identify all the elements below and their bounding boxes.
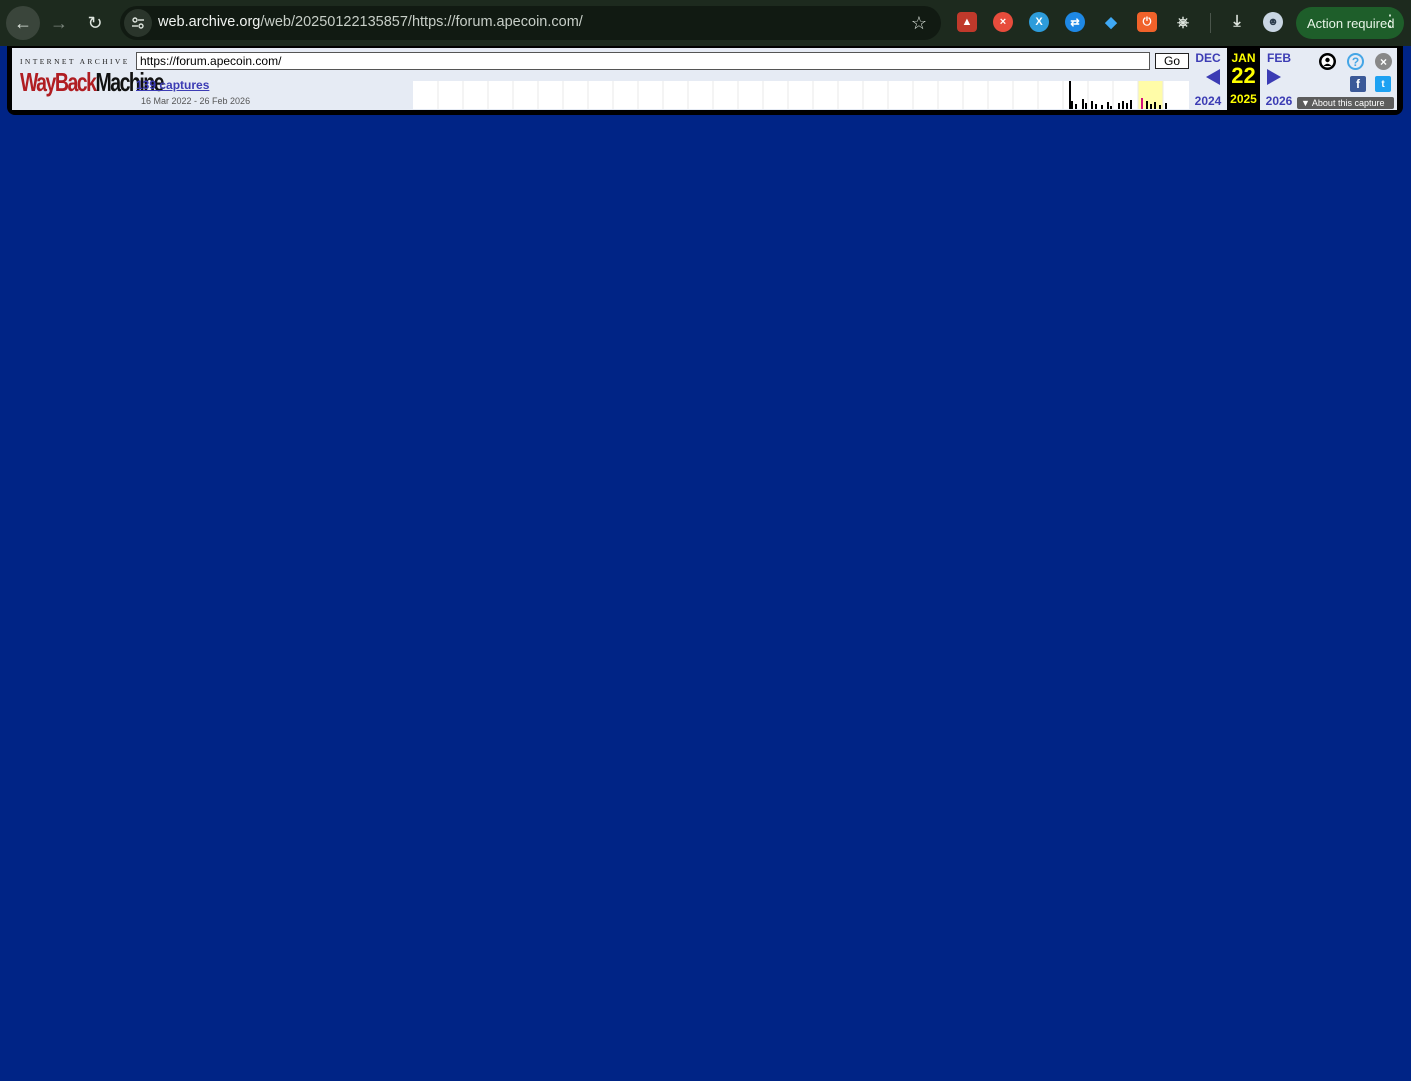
- url-host: web.archive.org: [158, 14, 261, 30]
- sparkline-grid: [437, 81, 1164, 109]
- url-path: /web/20250122135857/https://forum.apecoi…: [260, 14, 583, 30]
- wordmark-wayback: WayBack: [20, 67, 97, 97]
- internet-archive-text: INTERNET ARCHIVE: [20, 57, 130, 66]
- diamond-extension-icon[interactable]: ◆: [1101, 12, 1121, 32]
- wayback-logo[interactable]: INTERNET ARCHIVE WayBackMachine: [20, 57, 165, 97]
- about-capture-button[interactable]: ▼ About this capture: [1297, 97, 1394, 109]
- prev-capture-arrow-icon[interactable]: [1206, 69, 1220, 85]
- action-required-button[interactable]: Action required ⋮: [1296, 7, 1404, 39]
- user-account-icon[interactable]: [1319, 53, 1336, 70]
- forward-arrow-icon[interactable]: →: [42, 6, 76, 40]
- prev-month[interactable]: DEC: [1193, 51, 1223, 65]
- reload-icon[interactable]: ↻: [78, 6, 112, 40]
- capture-date-range: 16 Mar 2022 - 26 Feb 2026: [141, 96, 251, 106]
- close-icon[interactable]: ×: [1375, 53, 1392, 70]
- download-icon[interactable]: ⤓: [1227, 12, 1247, 32]
- wayback-url-input[interactable]: https://forum.apecoin.com/: [136, 52, 1150, 70]
- avatar-icon[interactable]: ☻: [1263, 12, 1283, 32]
- next-year[interactable]: 2026: [1263, 94, 1295, 108]
- address-bar[interactable]: web.archive.org/web/20250122135857/https…: [120, 6, 941, 40]
- fox-extension-icon[interactable]: ▲: [957, 12, 977, 32]
- help-icon[interactable]: ?: [1347, 53, 1364, 70]
- about-capture-label: About this capture: [1311, 98, 1385, 108]
- go-button[interactable]: Go: [1155, 53, 1189, 69]
- next-month[interactable]: FEB: [1263, 51, 1295, 65]
- back-arrow-icon[interactable]: ←: [6, 6, 40, 40]
- next-capture-arrow-icon[interactable]: [1267, 69, 1281, 85]
- star-icon[interactable]: ☆: [911, 13, 927, 34]
- swap-extension-icon[interactable]: ⇄: [1065, 12, 1085, 32]
- close-circle-extension-icon[interactable]: ×: [993, 12, 1013, 32]
- power-extension-icon[interactable]: ⏻: [1137, 12, 1157, 32]
- x-extension-icon[interactable]: X: [1029, 12, 1049, 32]
- current-year: 2025: [1230, 92, 1257, 106]
- browser-toolbar: ← → ↻ web.archive.org/web/20250122135857…: [0, 0, 1411, 46]
- puzzle-icon[interactable]: ⎈: [1173, 12, 1193, 32]
- toolbar-divider: [1210, 13, 1211, 33]
- archived-page-content: [0, 115, 1411, 1081]
- kebab-menu-icon[interactable]: ⋮: [1382, 13, 1398, 31]
- current-capture-date: JAN 22 2025: [1227, 48, 1260, 110]
- prev-year[interactable]: 2024: [1193, 94, 1223, 108]
- twitter-share-icon[interactable]: t: [1375, 76, 1391, 92]
- facebook-share-icon[interactable]: f: [1350, 76, 1366, 92]
- current-day: 22: [1231, 63, 1256, 88]
- url-text[interactable]: web.archive.org/web/20250122135857/https…: [158, 14, 583, 30]
- capture-sparkline[interactable]: [413, 81, 1189, 109]
- captures-link[interactable]: 139 captures: [136, 78, 209, 92]
- tune-icon[interactable]: [124, 9, 152, 37]
